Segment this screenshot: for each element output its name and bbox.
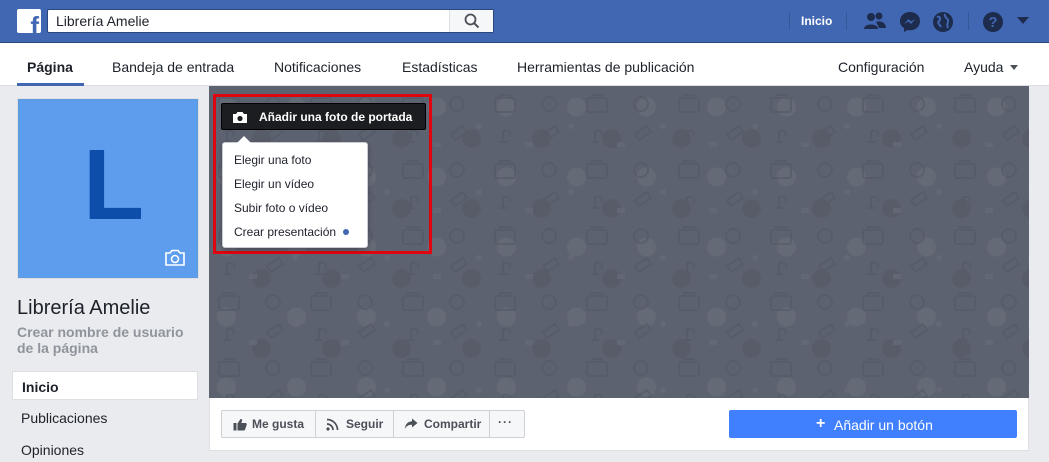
follow-button[interactable]: Seguir	[316, 411, 394, 437]
like-button[interactable]: Me gusta	[222, 411, 316, 437]
profile-picture-fill: L	[20, 101, 196, 277]
new-feature-dot	[343, 229, 349, 235]
top-bar: f Inicio ?	[0, 0, 1049, 43]
svg-text:?: ?	[988, 14, 997, 31]
menu-item-choose-photo[interactable]: Elegir una foto	[234, 153, 311, 167]
friends-icon[interactable]	[863, 11, 887, 31]
create-username-link[interactable]: Crear nombre de usuario de la página	[17, 324, 197, 356]
menu-item-create-slideshow[interactable]: Crear presentación	[234, 225, 336, 239]
tab-settings[interactable]: Configuración	[838, 59, 924, 75]
add-button-cta[interactable]: + Añadir un botón	[729, 410, 1017, 438]
tab-publishing-tools[interactable]: Herramientas de publicación	[517, 59, 694, 75]
menu-caret	[237, 136, 251, 143]
page-actions: Me gusta Seguir Compartir ···	[221, 410, 525, 438]
cover-photo-menu: Elegir una foto Elegir un vídeo Subir fo…	[222, 136, 368, 248]
camera-icon[interactable]	[164, 249, 186, 267]
thumbs-up-icon	[233, 418, 247, 431]
help-icon[interactable]: ?	[982, 11, 1004, 33]
add-cover-photo-button[interactable]: Añadir una foto de portada	[221, 103, 426, 130]
menu-item-upload-media[interactable]: Subir foto o vídeo	[234, 201, 328, 215]
tab-notifications[interactable]: Notificaciones	[274, 59, 361, 75]
home-link[interactable]: Inicio	[801, 14, 832, 28]
add-button-label: Añadir un botón	[834, 417, 933, 433]
facebook-logo-letter: f	[30, 11, 39, 33]
share-button[interactable]: Compartir	[394, 411, 490, 437]
profile-initial: L	[83, 129, 145, 241]
tab-statistics[interactable]: Estadísticas	[402, 59, 477, 75]
share-arrow-icon	[404, 418, 418, 429]
topbar-divider	[789, 12, 790, 30]
left-nav-posts[interactable]: Publicaciones	[12, 403, 198, 432]
search-button[interactable]	[449, 10, 493, 32]
tab-help[interactable]: Ayuda	[964, 59, 1019, 75]
topbar-divider	[846, 12, 847, 30]
left-nav-reviews[interactable]: Opiniones	[12, 435, 198, 462]
menu-item-choose-video[interactable]: Elegir un vídeo	[234, 177, 314, 191]
search-box	[47, 9, 494, 33]
more-options-button[interactable]: ···	[490, 411, 524, 437]
profile-picture[interactable]: L	[17, 98, 199, 279]
topbar-divider	[968, 12, 969, 30]
tab-page[interactable]: Página	[27, 59, 73, 75]
more-options-icon: ···	[498, 415, 513, 429]
left-nav-home[interactable]: Inicio	[12, 371, 198, 400]
messenger-icon[interactable]	[899, 11, 921, 33]
search-icon	[464, 13, 480, 29]
tab-help-label: Ayuda	[964, 59, 1004, 75]
follow-label: Seguir	[346, 417, 384, 431]
tab-inbox[interactable]: Bandeja de entrada	[112, 59, 234, 75]
share-label: Compartir	[424, 417, 482, 431]
like-label: Me gusta	[252, 417, 305, 431]
camera-icon	[233, 112, 247, 123]
search-input[interactable]	[48, 10, 448, 32]
globe-icon[interactable]	[932, 11, 954, 33]
facebook-logo[interactable]: f	[17, 9, 41, 33]
rss-icon	[326, 418, 339, 431]
page-tab-bar: Página Bandeja de entrada Notificaciones…	[0, 43, 1049, 86]
caret-down-icon	[1010, 65, 1019, 71]
add-cover-photo-label: Añadir una foto de portada	[259, 110, 413, 124]
plus-icon: +	[816, 415, 826, 432]
caret-down-icon[interactable]	[1017, 17, 1029, 25]
active-tab-indicator	[17, 83, 84, 86]
page-name: Librería Amelie	[17, 297, 151, 319]
